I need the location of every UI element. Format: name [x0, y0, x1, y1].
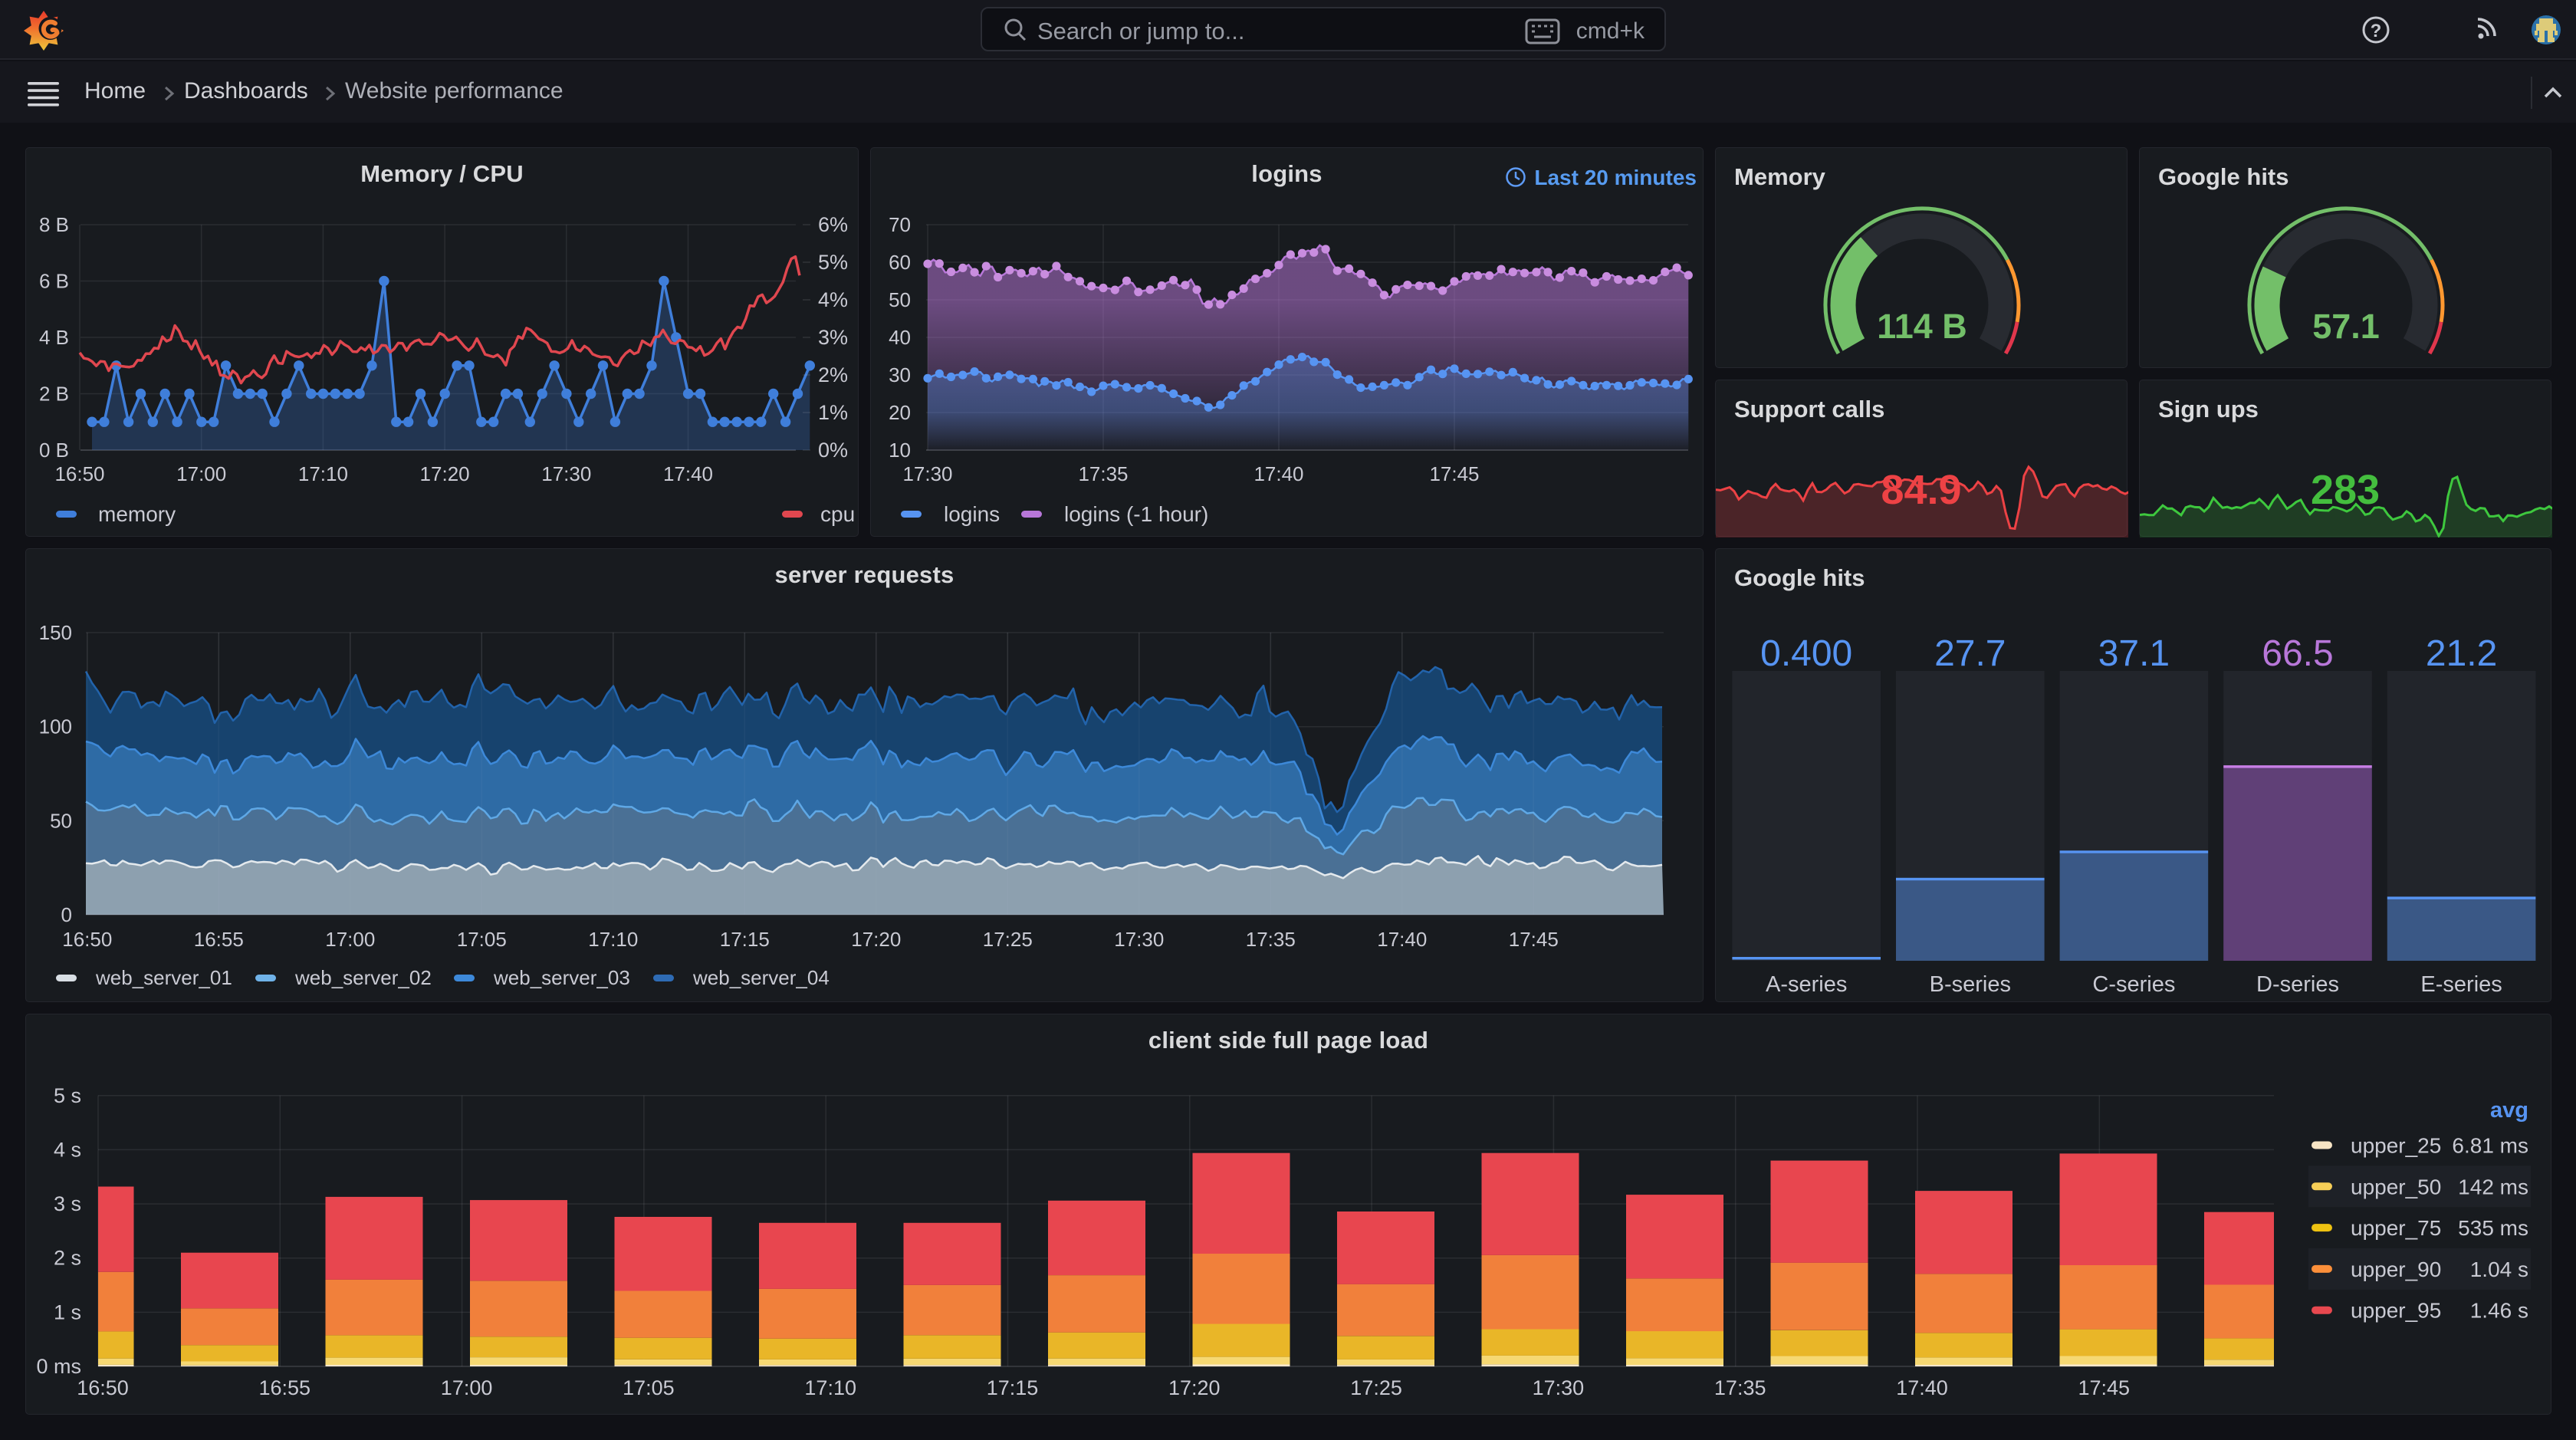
svg-text:C-series: C-series	[2092, 972, 2175, 997]
svg-text:17:30: 17:30	[902, 462, 952, 485]
svg-text:web_server_02: web_server_02	[294, 966, 432, 989]
svg-text:17:30: 17:30	[1114, 928, 1164, 951]
svg-text:logins: logins	[944, 502, 1000, 526]
svg-text:0%: 0%	[818, 439, 848, 462]
svg-text:17:25: 17:25	[1350, 1376, 1402, 1399]
svg-text:17:10: 17:10	[588, 928, 638, 951]
svg-text:web_server_03: web_server_03	[493, 966, 630, 989]
svg-text:1.04 s: 1.04 s	[2470, 1258, 2528, 1281]
svg-text:16:50: 16:50	[62, 928, 112, 951]
svg-text:web_server_01: web_server_01	[95, 966, 232, 989]
svg-text:6.81 ms: 6.81 ms	[2452, 1134, 2528, 1158]
svg-text:50: 50	[50, 809, 72, 832]
svg-text:1.46 s: 1.46 s	[2470, 1299, 2528, 1323]
svg-text:17:35: 17:35	[1078, 462, 1128, 485]
svg-text:D-series: D-series	[2256, 972, 2339, 997]
svg-text:60: 60	[889, 251, 911, 274]
svg-text:1 s: 1 s	[54, 1300, 81, 1323]
svg-text:4%: 4%	[818, 288, 848, 311]
svg-text:17:45: 17:45	[2078, 1376, 2131, 1399]
svg-text:100: 100	[39, 715, 72, 738]
svg-text:66.5: 66.5	[2262, 633, 2333, 674]
svg-text:17:40: 17:40	[1254, 462, 1303, 485]
svg-text:535 ms: 535 ms	[2458, 1216, 2528, 1240]
svg-text:114 B: 114 B	[1877, 307, 1967, 346]
svg-text:3 s: 3 s	[54, 1192, 81, 1215]
svg-text:17:30: 17:30	[541, 462, 591, 485]
svg-text:upper_50: upper_50	[2351, 1175, 2441, 1198]
svg-text:17:00: 17:00	[325, 928, 375, 951]
svg-text:142 ms: 142 ms	[2458, 1175, 2528, 1198]
svg-text:16:50: 16:50	[77, 1376, 129, 1399]
svg-text:upper_75: upper_75	[2351, 1216, 2441, 1240]
svg-text:17:35: 17:35	[1246, 928, 1296, 951]
svg-text:37.1: 37.1	[2098, 633, 2170, 674]
svg-text:70: 70	[889, 213, 911, 236]
svg-text:17:05: 17:05	[623, 1376, 675, 1399]
svg-text:20: 20	[889, 401, 911, 424]
svg-text:17:05: 17:05	[457, 928, 507, 951]
svg-text:4 s: 4 s	[54, 1138, 81, 1161]
svg-text:upper_25: upper_25	[2351, 1134, 2441, 1158]
svg-text:?: ?	[2371, 21, 2382, 41]
svg-text:A-series: A-series	[1766, 972, 1847, 997]
svg-text:17:35: 17:35	[1714, 1376, 1766, 1399]
svg-text:84.9: 84.9	[1881, 467, 1961, 513]
svg-text:10: 10	[889, 439, 911, 462]
svg-text:2%: 2%	[818, 363, 848, 386]
svg-text:5%: 5%	[818, 251, 848, 274]
svg-text:17:45: 17:45	[1429, 462, 1479, 485]
svg-text:17:20: 17:20	[420, 462, 470, 485]
svg-text:16:55: 16:55	[259, 1376, 311, 1399]
svg-text:17:25: 17:25	[983, 928, 1033, 951]
svg-text:0 ms: 0 ms	[36, 1355, 81, 1378]
svg-text:17:00: 17:00	[176, 462, 226, 485]
svg-text:17:40: 17:40	[1377, 928, 1427, 951]
svg-text:6%: 6%	[818, 213, 848, 236]
svg-text:Last 20 minutes: Last 20 minutes	[1534, 166, 1697, 189]
svg-text:17:10: 17:10	[298, 462, 348, 485]
svg-text:8 B: 8 B	[39, 213, 69, 236]
svg-text:6 B: 6 B	[39, 270, 69, 293]
svg-text:avg: avg	[2490, 1098, 2528, 1123]
svg-text:16:50: 16:50	[54, 462, 104, 485]
svg-text:upper_90: upper_90	[2351, 1258, 2441, 1281]
svg-text:0.400: 0.400	[1760, 633, 1852, 674]
svg-text:memory: memory	[98, 502, 176, 526]
svg-text:283: 283	[2311, 467, 2380, 513]
svg-text:17:20: 17:20	[851, 928, 901, 951]
svg-text:50: 50	[889, 288, 911, 311]
svg-text:21.2: 21.2	[2426, 633, 2497, 674]
svg-text:B-series: B-series	[1930, 972, 2011, 997]
svg-text:5 s: 5 s	[54, 1084, 81, 1107]
svg-text:2 s: 2 s	[54, 1247, 81, 1270]
svg-text:4 B: 4 B	[39, 326, 69, 349]
svg-text:17:20: 17:20	[1168, 1376, 1221, 1399]
svg-text:web_server_04: web_server_04	[692, 966, 830, 989]
svg-text:17:10: 17:10	[804, 1376, 856, 1399]
svg-text:logins (-1 hour): logins (-1 hour)	[1064, 502, 1208, 526]
svg-text:57.1: 57.1	[2312, 307, 2380, 346]
svg-text:27.7: 27.7	[1934, 633, 2006, 674]
svg-text:40: 40	[889, 326, 911, 349]
svg-text:17:15: 17:15	[987, 1376, 1039, 1399]
svg-text:cpu: cpu	[820, 502, 855, 526]
svg-text:3%: 3%	[818, 326, 848, 349]
svg-text:17:15: 17:15	[720, 928, 770, 951]
svg-text:upper_95: upper_95	[2351, 1299, 2441, 1323]
svg-text:17:45: 17:45	[1509, 928, 1559, 951]
svg-text:17:40: 17:40	[1896, 1376, 1948, 1399]
svg-text:30: 30	[889, 363, 911, 386]
svg-text:17:00: 17:00	[441, 1376, 493, 1399]
svg-text:17:40: 17:40	[663, 462, 713, 485]
svg-text:0 B: 0 B	[39, 439, 69, 462]
svg-text:1%: 1%	[818, 401, 848, 424]
svg-text:0: 0	[61, 903, 72, 926]
svg-text:2 B: 2 B	[39, 383, 69, 406]
svg-text:16:55: 16:55	[194, 928, 244, 951]
svg-text:E-series: E-series	[2420, 972, 2502, 997]
svg-text:17:30: 17:30	[1533, 1376, 1585, 1399]
svg-text:150: 150	[39, 621, 72, 644]
